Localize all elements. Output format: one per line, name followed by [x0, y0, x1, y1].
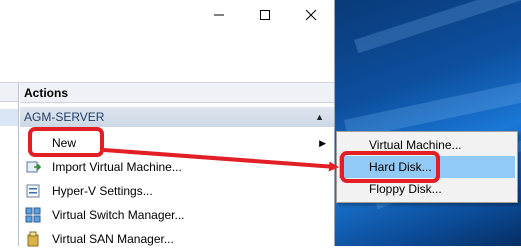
- annotation-arrow: [103, 148, 339, 172]
- arrow-line: [103, 148, 339, 172]
